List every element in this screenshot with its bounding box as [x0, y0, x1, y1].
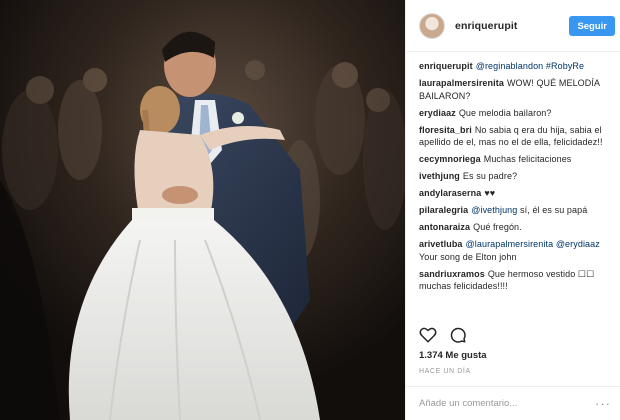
action-bar [419, 326, 467, 344]
comment-list: enriquerupit @reginablandon #RobyRe laurap… [419, 60, 617, 297]
post-timestamp: HACE UN DÍA [419, 368, 471, 375]
post-sidebar: enriquerupit Seguir enriquerupit @reginab… [405, 0, 620, 420]
mention-link[interactable]: @reginablandon [476, 61, 544, 71]
comment-item: sandriuxramos Que hermoso vestido ☐☐ much… [419, 268, 617, 293]
comment-text: Qué fregón. [473, 222, 522, 232]
comment-username[interactable]: ivethjung [419, 171, 460, 181]
mention-link[interactable]: @erydiaaz [556, 239, 600, 249]
comment-item: laurapalmersirenita WOW! QUÉ MELODÍA BAIL… [419, 77, 617, 102]
post-photo [0, 0, 405, 420]
comment-item: antonaraiza Qué fregón. [419, 221, 617, 234]
comment-item: floresita_bri No sabia q era du hija, sab… [419, 124, 617, 149]
comment-item: erydiaaz Que melodia bailaron? [419, 107, 617, 120]
comment-username[interactable]: sandriuxramos [419, 269, 485, 279]
comment-text: @reginablandon #RobyRe [476, 61, 584, 71]
comment-item: arivetluba @laurapalmersirenita @erydiaaz… [419, 238, 617, 263]
comment-text: @ivethjung sí, él es su papá [471, 205, 588, 215]
comment-username[interactable]: pilaralegria [419, 205, 468, 215]
comment-username[interactable]: floresita_bri [419, 125, 472, 135]
comment-text: Es su padre? [462, 171, 518, 181]
follow-button[interactable]: Seguir [569, 16, 615, 36]
comment-item: enriquerupit @reginablandon #RobyRe [419, 60, 617, 73]
comment-username[interactable]: antonaraiza [419, 222, 470, 232]
comment-username[interactable]: laurapalmersirenita [419, 78, 504, 88]
comment-username[interactable]: cecymnoriega [419, 154, 481, 164]
hashtag-link[interactable]: #RobyRe [546, 61, 584, 71]
more-options-icon[interactable]: ··· [595, 396, 611, 411]
comment-item: cecymnoriega Muchas felicitaciones [419, 153, 617, 166]
heart-icon[interactable] [419, 326, 437, 344]
comment-icon[interactable] [449, 326, 467, 344]
comment-item: pilaralegria @ivethjung sí, él es su papá [419, 204, 617, 217]
username[interactable]: enriquerupit [455, 20, 517, 32]
comment-text: Que melodia bailaron? [458, 107, 552, 118]
comment-username[interactable]: arivetluba [419, 239, 463, 249]
comment-username[interactable]: erydiaaz [419, 108, 456, 118]
comment-input[interactable] [419, 398, 595, 409]
like-count[interactable]: 1.374 Me gusta [419, 350, 487, 361]
avatar[interactable] [419, 12, 445, 39]
comment-text: ♥♥ [484, 188, 496, 198]
comment-item: ivethjung Es su padre? [419, 170, 617, 183]
add-comment-bar: ··· [406, 386, 620, 420]
comment-username[interactable]: enriquerupit [419, 61, 473, 71]
mention-link[interactable]: @laurapalmersirenita [466, 239, 554, 249]
comment-username[interactable]: andylaraserna [419, 188, 481, 198]
post-header: enriquerupit Seguir [406, 0, 620, 52]
comment-item: andylaraserna ♥♥ [419, 187, 617, 200]
mention-link[interactable]: @ivethjung [471, 205, 517, 215]
comment-text: Muchas felicitaciones [483, 154, 572, 164]
